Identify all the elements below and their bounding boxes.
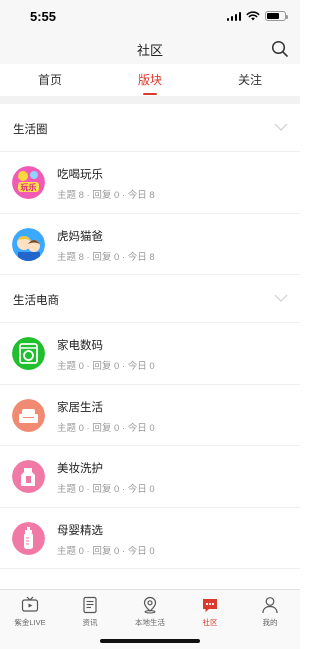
tab-following[interactable]: 关注 <box>200 64 300 96</box>
tab-boards[interactable]: 版块 <box>100 64 200 96</box>
screen: 5:55 社区 首页 版块 关注 生活圈 玩乐 吃喝玩乐 主题 8 · 回复 0… <box>0 0 300 649</box>
list-item[interactable]: 家居生活 主题 0 · 回复 0 · 今日 0 <box>0 385 300 446</box>
list-item[interactable]: 家电数码 主题 0 · 回复 0 · 今日 0 <box>0 323 300 385</box>
section-header-life-circle[interactable]: 生活圈 <box>0 104 300 152</box>
forum-stats: 主题 0 · 回复 0 · 今日 0 <box>57 422 155 434</box>
board-list: 生活圈 玩乐 吃喝玩乐 主题 8 · 回复 0 · 今日 8 虎妈猫爸 主题 8… <box>0 104 300 589</box>
list-item[interactable]: 美妆洗护 主题 0 · 回复 0 · 今日 0 <box>0 446 300 508</box>
tab-label: 资讯 <box>82 618 98 627</box>
section-title: 生活电商 <box>13 295 59 307</box>
forum-name: 家居生活 <box>57 401 103 414</box>
list-item[interactable]: 玩乐 吃喝玩乐 主题 8 · 回复 0 · 今日 8 <box>0 152 300 214</box>
cosmetics-icon <box>12 460 45 493</box>
chevron-down-icon <box>274 294 288 302</box>
nav-bar: 社区 <box>0 34 300 64</box>
top-tabs: 首页 版块 关注 <box>0 64 300 96</box>
tab-label: 紫金LIVE <box>14 618 46 627</box>
forum-stats: 主题 0 · 回复 0 · 今日 0 <box>57 545 155 557</box>
page-title: 社区 <box>136 43 163 58</box>
parents-icon <box>12 227 45 261</box>
forum-stats: 主题 8 · 回复 0 · 今日 8 <box>57 190 155 201</box>
forum-stats: 主题 8 · 回复 0 · 今日 8 <box>57 251 155 263</box>
divider <box>0 96 300 104</box>
baby-bottle-icon <box>12 521 45 555</box>
tab-live[interactable]: 紫金LIVE <box>0 590 60 649</box>
location-icon <box>143 596 157 614</box>
tab-label: 社区 <box>202 618 218 627</box>
tv-icon <box>21 596 39 612</box>
battery-icon <box>265 11 288 21</box>
status-time: 5:55 <box>30 9 57 24</box>
tab-me[interactable]: 我的 <box>240 590 300 649</box>
section-title: 生活圈 <box>13 124 48 136</box>
forum-stats: 主题 0 · 回复 0 · 今日 0 <box>57 484 155 495</box>
forum-name: 美妆洗护 <box>57 463 103 475</box>
status-bar: 5:55 <box>0 0 300 34</box>
home-indicator[interactable] <box>100 639 200 643</box>
forum-name: 家电数码 <box>57 340 103 352</box>
tab-home[interactable]: 首页 <box>0 64 100 96</box>
bottom-tab-bar: 紫金LIVE 资讯 本地生活 社区 我的 <box>0 589 300 649</box>
chat-icon <box>203 599 217 612</box>
person-icon <box>262 597 278 614</box>
wifi-icon <box>246 11 260 21</box>
tab-label: 我的 <box>262 618 278 627</box>
status-icons <box>226 11 288 21</box>
cellular-signal-icon <box>226 11 241 21</box>
forum-name: 母婴精选 <box>57 524 103 537</box>
forum-name: 虎妈猫爸 <box>57 230 103 243</box>
washing-machine-icon <box>12 337 45 370</box>
section-header-life-ecommerce[interactable]: 生活电商 <box>0 275 300 323</box>
chevron-down-icon <box>274 123 288 131</box>
forum-name: 吃喝玩乐 <box>57 169 103 181</box>
tab-label: 本地生活 <box>135 618 165 627</box>
svg-text:玩乐: 玩乐 <box>21 182 37 192</box>
forum-stats: 主题 0 · 回复 0 · 今日 0 <box>57 361 155 372</box>
news-icon <box>83 596 97 614</box>
list-item[interactable]: 虎妈猫爸 主题 8 · 回复 0 · 今日 8 <box>0 214 300 275</box>
food-fun-icon: 玩乐 <box>12 166 45 199</box>
list-item[interactable]: 母婴精选 主题 0 · 回复 0 · 今日 0 <box>0 508 300 569</box>
search-icon[interactable] <box>270 39 290 59</box>
sofa-icon <box>12 398 45 432</box>
